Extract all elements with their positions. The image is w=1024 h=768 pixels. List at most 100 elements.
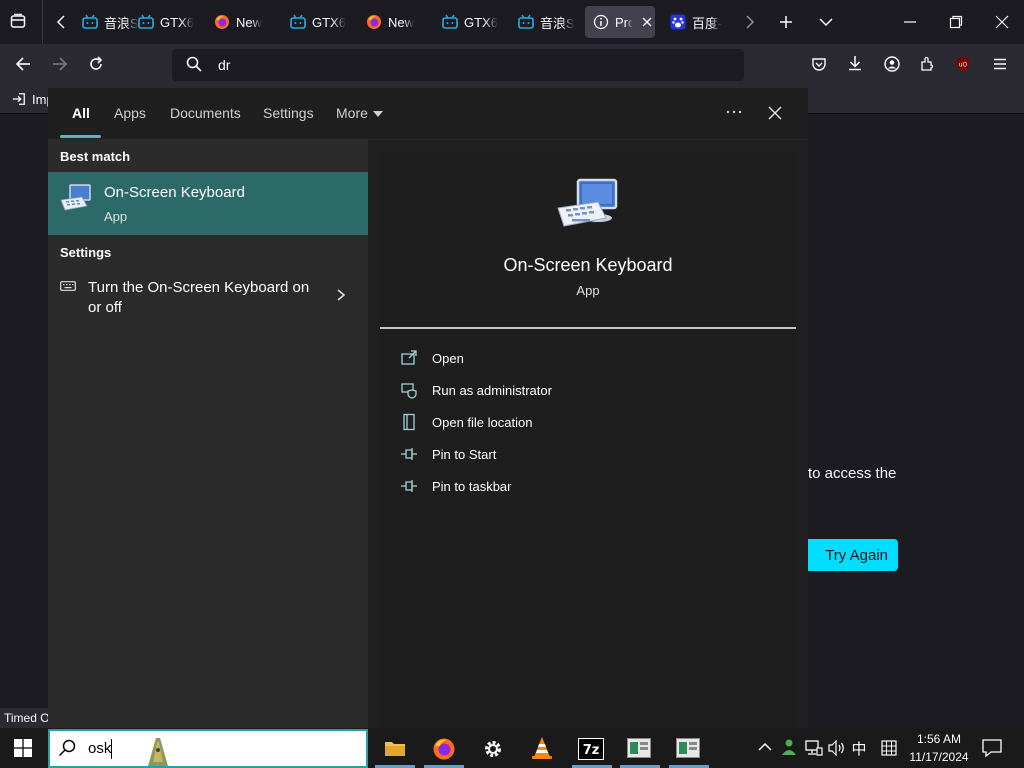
chevron-right-icon[interactable] (336, 288, 346, 302)
tab-label: GTX6 (312, 14, 346, 30)
detail-divider (380, 327, 796, 329)
result-detail-pane (380, 152, 796, 728)
search-highlight-icon (146, 736, 172, 768)
pin-to-taskbar-action[interactable]: Pin to taskbar (400, 474, 512, 498)
reload-icon[interactable] (88, 56, 104, 72)
open-file-location-action[interactable]: Open file location (400, 410, 532, 434)
network-icon[interactable] (805, 740, 823, 756)
browser-tab[interactable]: 百度- (662, 6, 732, 38)
run-as-admin-action[interactable]: Run as administrator (400, 378, 552, 402)
close-tab-icon[interactable] (639, 14, 655, 30)
tab-more[interactable]: More (336, 105, 368, 121)
tab-label: New (388, 14, 415, 30)
search-query-text[interactable]: osk (88, 740, 111, 757)
tab-label: 音浪S (540, 15, 575, 31)
browser-tab[interactable]: GTX6 (434, 6, 502, 38)
firefox-icon (367, 15, 381, 29)
best-match-result[interactable] (48, 172, 368, 235)
settings-gear-icon[interactable] (482, 738, 504, 760)
app-window-icon[interactable] (627, 738, 651, 758)
bilibili-icon (82, 14, 98, 29)
tab-all[interactable]: All (72, 105, 90, 121)
hamburger-menu-icon[interactable] (992, 56, 1008, 72)
search-icon (58, 739, 76, 757)
account-icon[interactable] (884, 56, 900, 72)
svg-text:uO: uO (959, 62, 968, 69)
settings-result-label: Turn the On-Screen Keyboard on or off (88, 279, 310, 316)
try-again-button[interactable]: Try Again (796, 539, 898, 571)
firefox-icon[interactable] (432, 737, 456, 761)
bilibili-icon (138, 14, 154, 29)
browser-tab[interactable]: New (358, 6, 428, 38)
chevron-down-icon[interactable] (372, 110, 384, 118)
close-search-icon[interactable] (767, 105, 783, 121)
bilibili-icon (290, 14, 306, 29)
ublock-origin-icon[interactable]: uO (955, 56, 971, 72)
open-action-label: Open (432, 350, 464, 366)
ime-mode-icon[interactable] (880, 739, 898, 757)
forward-arrow-icon[interactable] (52, 56, 68, 72)
shield-icon (401, 383, 417, 399)
seven-zip-icon[interactable]: 7z (578, 738, 604, 760)
tab-label: GTX6 (160, 14, 194, 30)
clock-time[interactable]: 1:56 AM (904, 732, 974, 746)
scroll-tabs-right-icon[interactable] (744, 14, 756, 30)
new-tab-icon[interactable] (778, 14, 794, 30)
settings-heading: Settings (60, 245, 112, 260)
url-bar[interactable] (172, 49, 744, 81)
scroll-tabs-left-icon[interactable] (55, 14, 67, 30)
volume-icon[interactable] (828, 740, 846, 756)
back-arrow-icon[interactable] (15, 56, 31, 72)
open-file-location-label: Open file location (432, 414, 533, 430)
app-window-icon[interactable] (676, 738, 700, 758)
pocket-icon[interactable] (811, 56, 827, 72)
pin-to-start-action[interactable]: Pin to Start (400, 442, 496, 466)
input-method-indicator[interactable]: 中 (850, 738, 868, 759)
run-as-admin-label: Run as administrator (432, 382, 552, 398)
best-match-name: On-Screen Keyboard (104, 184, 245, 201)
tab-documents[interactable]: Documents (170, 105, 241, 121)
search-icon (186, 56, 202, 72)
browser-tab[interactable]: GTX6 (130, 6, 198, 38)
downloads-icon[interactable] (847, 55, 863, 71)
tab-separator (42, 0, 43, 44)
clock-date[interactable]: 11/17/2024 (904, 750, 974, 764)
error-message-text: to access the (808, 465, 897, 482)
folder-open-icon (403, 413, 415, 431)
url-text[interactable]: dr (218, 57, 230, 73)
browser-tab-active[interactable]: Pro (585, 6, 655, 38)
active-tab-indicator (60, 135, 101, 138)
tab-apps[interactable]: Apps (114, 105, 146, 121)
open-action[interactable]: Open (400, 346, 464, 370)
more-options-icon[interactable] (724, 106, 744, 118)
on-screen-keyboard-large-icon (556, 178, 620, 232)
user-status-icon[interactable] (780, 738, 798, 756)
info-icon (593, 14, 609, 30)
tab-list-icon[interactable] (10, 13, 26, 29)
pin-icon (401, 448, 417, 460)
windows-start-icon[interactable] (14, 739, 32, 757)
svg-text:7z: 7z (583, 743, 600, 758)
bilibili-icon (442, 14, 458, 29)
tab-settings[interactable]: Settings (263, 105, 314, 121)
show-hidden-icons-icon[interactable] (758, 742, 772, 752)
file-explorer-icon[interactable] (384, 739, 406, 757)
text-cursor (111, 739, 112, 759)
best-match-heading: Best match (60, 149, 131, 164)
best-match-type: App (104, 209, 128, 224)
keyboard-icon (60, 280, 76, 292)
minimize-icon[interactable] (902, 14, 918, 30)
browser-tab[interactable]: New (206, 6, 276, 38)
browser-tab[interactable]: 音浪S (510, 6, 580, 38)
pin-to-start-label: Pin to Start (432, 446, 497, 462)
baidu-icon (670, 14, 686, 30)
extensions-icon[interactable] (920, 56, 936, 72)
restore-icon[interactable] (948, 14, 964, 30)
browser-tab[interactable]: GTX6 (282, 6, 350, 38)
notifications-icon[interactable] (982, 739, 1002, 757)
status-tooltip: Timed Out (0, 708, 48, 728)
close-window-icon[interactable] (994, 14, 1010, 30)
vlc-icon[interactable] (530, 736, 554, 760)
list-all-tabs-icon[interactable] (818, 14, 834, 30)
on-screen-keyboard-icon (60, 184, 92, 212)
